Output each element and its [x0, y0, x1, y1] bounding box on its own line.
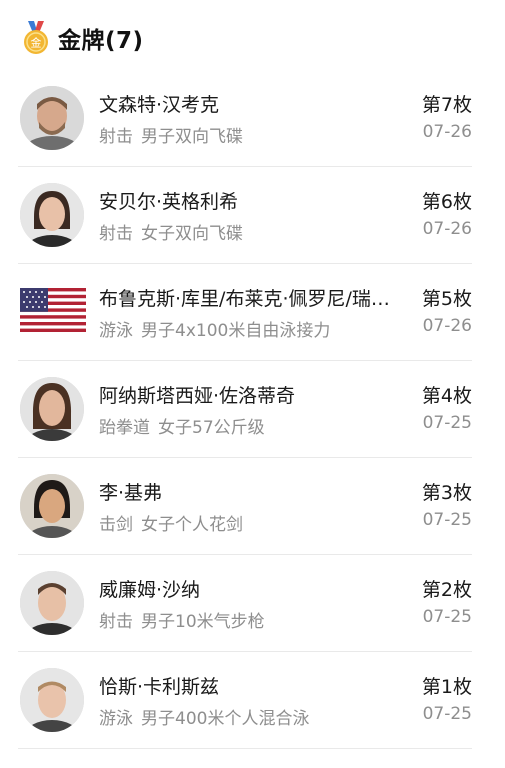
sport-label: 游泳 [99, 709, 133, 729]
event-label: 男子10米气步枪 [141, 612, 265, 632]
event-label: 男子双向飞碟 [141, 127, 243, 147]
event-info: 射击 男子双向飞碟 [99, 122, 399, 147]
medal-header: 金 金牌(7) [22, 18, 144, 58]
sport-label: 射击 [99, 612, 133, 632]
medal-number: 第2枚 [421, 579, 472, 601]
sport-label: 击剑 [99, 515, 133, 535]
medal-number: 第6枚 [421, 191, 472, 213]
us-flag-icon [20, 288, 86, 332]
event-info: 跆拳道 女子57公斤级 [99, 413, 399, 438]
medal-number: 第1枚 [421, 676, 472, 698]
medal-date: 07-25 [422, 510, 472, 530]
gold-medal-icon: 金 [24, 21, 48, 54]
event-label: 女子双向飞碟 [141, 224, 243, 244]
athlete-avatar [20, 571, 84, 635]
medal-list-item[interactable]: 布鲁克斯·库里/布莱克·佩罗尼/瑞安·墨菲/凯莱布·德雷塞尔 游泳男子4x100… [18, 264, 472, 361]
medal-number: 第5枚 [421, 288, 472, 310]
athlete-avatar [20, 183, 84, 247]
medal-list-item[interactable]: 恰斯·卡利斯兹 游泳 男子400米个人混合泳 第1枚 07-25 [18, 652, 472, 749]
sport-label: 射击 [99, 224, 133, 244]
sport-label: 游泳 [99, 321, 133, 341]
medal-list-item[interactable]: 文森特·汉考克 射击 男子双向飞碟 第7枚 07-26 [18, 70, 472, 167]
athlete-name: 阿纳斯塔西娅·佐洛蒂奇 [99, 385, 296, 407]
gold-medal-list: 文森特·汉考克 射击 男子双向飞碟 第7枚 07-26 安贝尔·英格利希 射击 女子… [0, 70, 505, 749]
page-title: 金牌(7) [58, 28, 144, 54]
event-info: 射击 女子双向飞碟 [99, 219, 399, 244]
medal-date: 07-26 [422, 219, 472, 239]
medal-number: 第7枚 [421, 94, 472, 116]
event-info: 射击 男子10米气步枪 [99, 607, 399, 632]
event-label: 男子4x100米自由泳接力 [141, 321, 331, 341]
sport-label: 射击 [99, 127, 133, 147]
athlete-name: 文森特·汉考克 [99, 94, 220, 116]
athlete-avatar [20, 474, 84, 538]
athlete-name: 恰斯·卡利斯兹 [99, 676, 220, 698]
medal-list-item[interactable]: 威廉姆·沙纳 射击 男子10米气步枪 第2枚 07-25 [18, 555, 472, 652]
event-label: 男子400米个人混合泳 [141, 709, 310, 729]
athlete-name: 安贝尔·英格利希 [99, 191, 239, 213]
athlete-avatar [20, 668, 84, 732]
medal-date: 07-25 [422, 413, 472, 433]
medal-list-item[interactable]: 李·基弗 击剑 女子个人花剑 第3枚 07-25 [18, 458, 472, 555]
athlete-name: 威廉姆·沙纳 [99, 579, 201, 601]
medal-list-item[interactable]: 安贝尔·英格利希 射击 女子双向飞碟 第6枚 07-26 [18, 167, 472, 264]
event-info: 游泳 男子400米个人混合泳 [99, 704, 399, 729]
athlete-avatar [20, 86, 84, 150]
athlete-avatar [20, 377, 84, 441]
medal-date: 07-25 [422, 704, 472, 724]
medal-date: 07-26 [422, 122, 472, 142]
athlete-name: 李·基弗 [99, 482, 163, 504]
event-info: 游泳 男子4x100米自由泳接力 [99, 316, 399, 341]
event-info: 击剑 女子个人花剑 [99, 510, 399, 535]
event-label: 女子个人花剑 [141, 515, 243, 535]
athlete-name: 布鲁克斯·库里/布莱克·佩罗尼/瑞安·墨菲/凯莱布·德雷塞尔 [99, 288, 399, 310]
sport-label: 跆拳道 [99, 418, 150, 438]
medal-number: 第4枚 [421, 385, 472, 407]
medal-date: 07-26 [422, 316, 472, 336]
medal-char: 金 [31, 36, 42, 50]
medal-number: 第3枚 [421, 482, 472, 504]
medal-list-item[interactable]: 阿纳斯塔西娅·佐洛蒂奇 跆拳道 女子57公斤级 第4枚 07-25 [18, 361, 472, 458]
event-label: 女子57公斤级 [158, 418, 265, 438]
medal-date: 07-25 [422, 607, 472, 627]
